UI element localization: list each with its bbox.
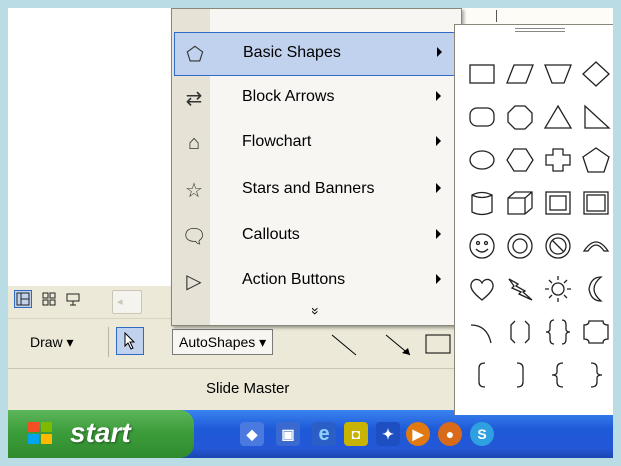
chevron-down-icon[interactable]: » [308,307,324,315]
shape-rectangle-icon[interactable] [469,64,495,84]
quick-launch-1-icon[interactable]: ◆ [240,422,264,446]
shape-octagon-icon[interactable] [507,105,533,130]
menu-item-label: Callouts [242,226,300,243]
skype-icon[interactable]: S [470,422,494,446]
submenu-arrow-icon [436,274,441,284]
pointer-icon[interactable] [116,327,144,355]
submenu-arrow-icon [436,91,441,101]
quick-launch-4-icon[interactable]: ◘ [344,422,368,446]
shape-hexagon-icon[interactable] [506,148,534,172]
shape-heart-icon[interactable] [470,278,494,301]
menu-item-callouts[interactable]: 🗨 Callouts [174,215,458,259]
menu-item-basic-shapes[interactable]: ⬠ Basic Shapes [174,32,458,76]
shape-diamond-icon[interactable] [582,61,610,87]
shape-pentagon-icon[interactable] [582,147,610,173]
shape-left-brace-icon[interactable] [551,362,564,388]
shape-oval-icon[interactable] [469,150,495,170]
menu-item-label: Flowchart [242,133,312,150]
shape-cross-icon[interactable] [545,148,571,172]
shape-bevel-icon[interactable] [545,191,571,215]
shape-no-symbol-icon[interactable] [545,233,571,259]
submenu-arrow-icon [436,229,441,239]
shape-can-icon[interactable] [471,191,493,216]
shapes-palette [469,61,611,388]
autoshapes-button[interactable]: AutoShapes ▾ [172,329,274,355]
shape-right-triangle-icon[interactable] [584,104,611,129]
shape-smiley-face-icon[interactable] [469,233,495,259]
shape-trapezoid-icon[interactable] [544,64,572,84]
shape-parallelogram-icon[interactable] [506,64,534,84]
shape-sun-icon[interactable] [545,276,571,302]
menu-item-stars-and-banners[interactable]: ☆ Stars and Banners [174,169,458,213]
shape-double-bracket-icon[interactable] [510,320,530,344]
menu-item-label: Action Buttons [242,271,346,288]
slide-show-icon[interactable] [64,290,82,308]
callouts-icon: 🗨 [181,225,207,248]
slide-sorter-icon[interactable] [40,290,58,308]
basic-shapes-submenu [454,24,613,415]
windows-logo-icon [28,422,54,446]
submenu-arrow-icon [436,183,441,193]
submenu-grip[interactable] [515,28,565,34]
shape-moon-icon[interactable] [588,276,603,302]
submenu-arrow-icon [436,136,441,146]
shape-lightning-bolt-icon[interactable] [508,278,533,301]
shape-double-brace-icon[interactable] [545,319,571,345]
view-buttons-bar: ◂ [8,286,178,316]
block-arrows-icon: ⇄ [185,87,203,110]
submenu-arrow-icon [437,47,442,57]
shape-plaque-icon[interactable] [583,320,609,344]
menu-item-block-arrows[interactable]: ⇄ Block Arrows [174,77,458,121]
quick-launch-2-icon[interactable]: ▣ [276,422,300,446]
menu-item-label: Basic Shapes [243,44,341,61]
line-arrow-rect-tools[interactable] [326,331,456,357]
shape-cube-icon[interactable] [507,191,533,215]
shape-left-bracket-icon[interactable] [478,362,486,388]
horizontal-ruler [454,8,613,25]
shape-arc-icon[interactable] [470,324,492,344]
start-label: start [70,417,131,448]
stars-and-banners-icon: ☆ [185,179,203,202]
shape-block-arc-icon[interactable] [582,241,610,252]
shape-right-brace-icon[interactable] [590,362,603,388]
shape-donut-icon[interactable] [507,233,533,259]
shape-frame-icon[interactable] [583,191,609,215]
shape-isosceles-triangle-icon[interactable] [543,104,573,129]
firefox-icon[interactable]: ● [438,422,462,446]
quick-launch-5-icon[interactable]: ✦ [376,422,400,446]
menu-item-label: Block Arrows [242,88,335,105]
taskbar: start ◆ ▣ e ◘ ✦ ▶ ● S [8,410,613,458]
app-window: ◂ Draw ▾ AutoShapes ▾ Slide Master start [8,8,613,458]
slide-master-label: Slide Master [206,380,290,397]
normal-view-icon[interactable] [14,290,32,308]
flowchart-icon: ⌂ [187,131,201,154]
menu-item-label: Stars and Banners [242,180,375,197]
start-button[interactable]: start [8,410,194,458]
action-buttons-icon: ▷ [186,270,202,293]
menu-item-flowchart[interactable]: ⌂ Flowchart [174,122,458,166]
draw-menu-button[interactable]: Draw ▾ [24,329,80,355]
internet-explorer-icon[interactable]: e [312,422,336,446]
autoshapes-menu: ⬠ Basic Shapes ⇄ Block Arrows ⌂ Flowchar… [171,8,462,326]
shape-rounded-rectangle-icon[interactable] [469,107,495,127]
menu-item-action-buttons[interactable]: ▷ Action Buttons [174,260,458,304]
horizontal-scrollbar[interactable]: ◂ [112,290,142,314]
media-player-icon[interactable]: ▶ [406,422,430,446]
shape-right-bracket-icon[interactable] [516,362,524,388]
basic-shapes-icon: ⬠ [186,43,204,66]
status-bar: Slide Master [8,368,454,410]
